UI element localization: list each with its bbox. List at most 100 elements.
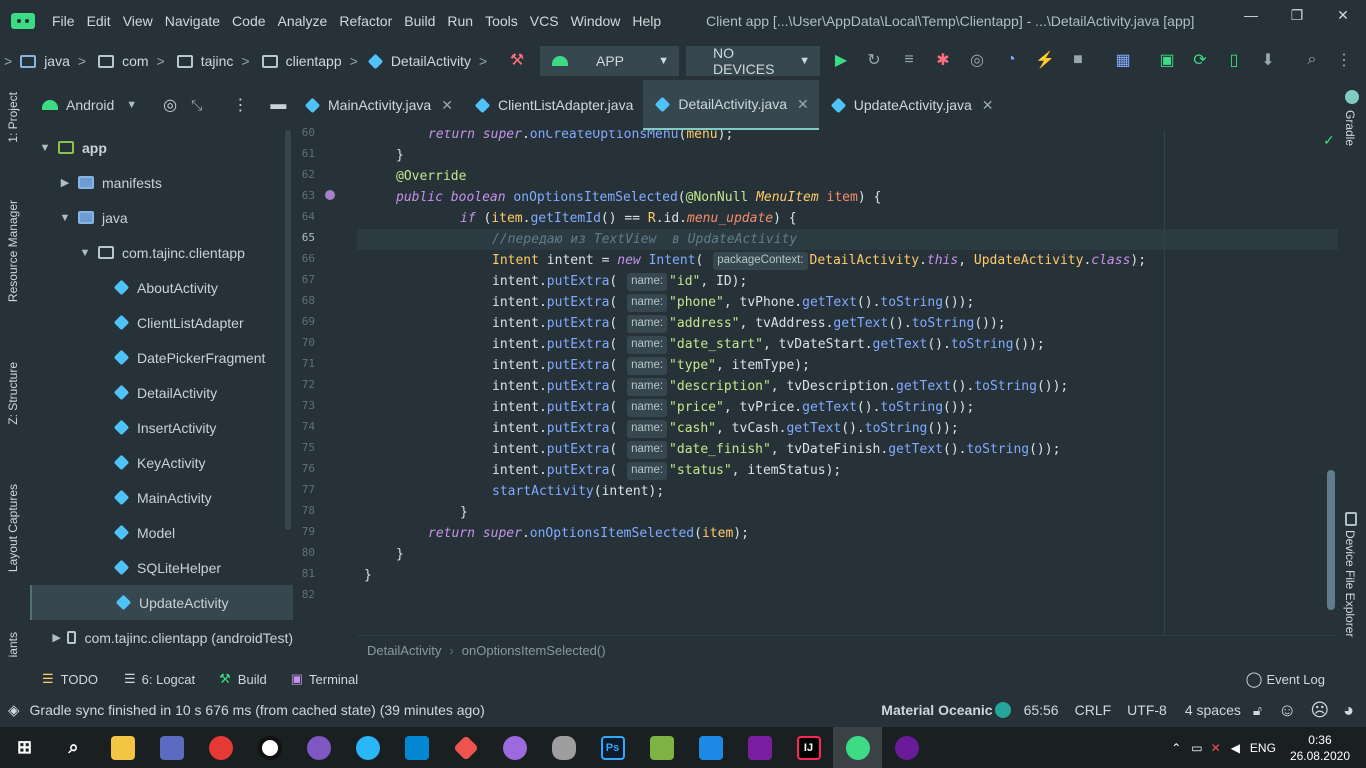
terminal-icon[interactable]: ▣ [1157,50,1177,70]
menu-build[interactable]: Build [398,13,441,29]
hammer-icon[interactable]: ⚒ [507,50,527,70]
todo-tab[interactable]: TODO [61,672,98,687]
lock-icon[interactable]: 🔓︎ [1253,702,1262,719]
build-variants-tab[interactable]: iants [6,632,20,657]
stop-icon[interactable]: ■ [1068,50,1088,70]
structure-tab[interactable]: Z: Structure [6,362,20,425]
breadcrumb-detailactivity[interactable]: DetailActivity > [367,53,493,69]
language-indicator[interactable]: ENG [1250,741,1276,755]
taskbar-github[interactable] [490,727,539,768]
tree-item[interactable]: ▼ app [30,130,293,165]
code-editor[interactable]: return super.onCreateOptionsMenu(menu); … [357,130,1338,635]
volume-icon[interactable]: ◀ [1231,741,1240,755]
device-file-explorer-tab[interactable]: Device File Explorer [1343,530,1357,637]
menu-refactor[interactable]: Refactor [333,13,398,29]
run-icon[interactable]: ▶ [831,50,851,70]
tab-detailactivity[interactable]: DetailActivity.java ✕ [643,80,819,130]
maximize-icon[interactable]: ❐ [1274,0,1320,30]
resource-manager-tab[interactable]: Resource Manager [6,200,20,302]
search-button[interactable]: ⌕ [49,727,98,768]
tab-clientlistadapter[interactable]: ClientListAdapter.java [463,80,643,130]
breadcrumb-clientapp[interactable]: clientapp > [261,53,364,69]
tree-item[interactable]: KeyActivity [30,445,293,480]
chevron-down-icon[interactable]: ▼ [38,142,52,154]
avd-manager-icon[interactable]: ▯ [1224,50,1244,70]
menu-window[interactable]: Window [565,13,627,29]
attach-process-icon[interactable]: ⚡ [1035,50,1055,70]
breadcrumb-class[interactable]: DetailActivity [367,643,441,658]
menu-analyze[interactable]: Analyze [272,13,334,29]
tree-item[interactable]: InsertActivity [30,410,293,445]
taskbar-save[interactable] [147,727,196,768]
taskbar-viber[interactable] [294,727,343,768]
taskbar-instagram[interactable] [392,727,441,768]
chevron-right-icon[interactable]: ▶ [58,176,72,189]
menu-code[interactable]: Code [226,13,271,29]
start-button[interactable]: ⊞ [0,727,49,768]
gradle-tab[interactable]: Gradle [1343,110,1357,146]
chevron-down-icon[interactable]: ▼ [58,212,72,224]
tree-item[interactable]: AboutActivity [30,270,293,305]
settings-icon[interactable]: ⋮ [1334,50,1354,70]
editor-scrollbar[interactable] [1327,470,1335,610]
hide-icon[interactable]: ▬ [270,96,286,114]
taskbar-notepad[interactable] [637,727,686,768]
tab-mainactivity[interactable]: MainActivity.java ✕ [293,80,463,130]
taskbar-visualstudio[interactable] [735,727,784,768]
memory-indicator-icon[interactable]: ◕ [1343,700,1354,721]
tree-item[interactable]: ClientListAdapter [30,305,293,340]
close-tab-icon[interactable]: ✕ [797,96,809,113]
chevron-down-icon[interactable]: ▼ [126,99,137,111]
collapse-all-icon[interactable]: ⤡ [191,97,202,114]
taskbar-chrome[interactable] [196,727,245,768]
taskbar-git[interactable] [441,727,490,768]
layout-captures-tab[interactable]: Layout Captures [6,484,20,572]
line-separator[interactable]: CRLF [1075,702,1112,718]
tree-item[interactable]: SQLiteHelper [30,550,293,585]
sdk-manager-icon[interactable]: ⬇ [1258,50,1278,70]
taskbar-photoshop[interactable]: Ps [588,727,637,768]
options-icon[interactable]: ⋮ [232,95,248,115]
menu-edit[interactable]: Edit [81,13,117,29]
sad-face-icon[interactable]: ☹ [1310,700,1329,721]
chevron-right-icon[interactable]: ▶ [52,631,60,644]
taskbar-record[interactable] [245,727,294,768]
taskbar-intellij[interactable]: IJ [784,727,833,768]
attach-debugger-icon[interactable]: ◎ [967,50,987,70]
menu-tools[interactable]: Tools [479,13,524,29]
breadcrumb-com[interactable]: com > [98,53,171,69]
network-icon[interactable]: ✕ [1211,741,1221,755]
tab-updateactivity[interactable]: UpdateActivity.java ✕ [819,80,1004,130]
menu-vcs[interactable]: VCS [524,13,565,29]
apply-code-changes-icon[interactable]: ≡ [899,50,919,70]
tree-item[interactable]: UpdateActivity [30,585,293,620]
menu-run[interactable]: Run [441,13,479,29]
taskbar-database[interactable] [539,727,588,768]
theme-name[interactable]: Material Oceanic [881,702,992,718]
project-structure-icon[interactable]: ▦ [1113,50,1133,70]
tree-item[interactable]: ▶ manifests [30,165,293,200]
logcat-tab[interactable]: 6: Logcat [142,672,196,687]
taskbar-vscode[interactable] [686,727,735,768]
chevron-down-icon[interactable]: ▼ [78,247,92,259]
project-tool-tab[interactable]: 1: Project [6,92,20,143]
device-dropdown[interactable]: NO DEVICES ▼ [686,45,820,77]
sync-gradle-icon[interactable]: ⟳ [1190,50,1210,70]
apply-changes-icon[interactable]: ↻ [864,50,884,70]
close-tab-icon[interactable]: ✕ [982,97,994,114]
tree-item[interactable]: ▶ com.tajinc.clientapp (androidTest) [30,620,293,655]
menu-view[interactable]: View [117,13,159,29]
taskbar-telegram[interactable] [343,727,392,768]
menu-file[interactable]: File [46,13,81,29]
minimize-icon[interactable]: — [1228,0,1274,30]
status-message[interactable]: Gradle sync finished in 10 s 676 ms (fro… [30,702,485,718]
taskbar-app[interactable] [882,727,931,768]
taskbar-android-studio[interactable] [833,727,882,768]
scroll-from-source-icon[interactable]: ◎ [163,95,177,115]
breadcrumb-method[interactable]: onOptionsItemSelected() [462,643,606,658]
clock[interactable]: 0:36 26.08.2020 [1290,732,1350,764]
close-tab-icon[interactable]: ✕ [441,97,453,114]
tree-item[interactable]: DatePickerFragment [30,340,293,375]
tree-item[interactable]: DetailActivity [30,375,293,410]
tree-item[interactable]: ▼ com.tajinc.clientapp [30,235,293,270]
